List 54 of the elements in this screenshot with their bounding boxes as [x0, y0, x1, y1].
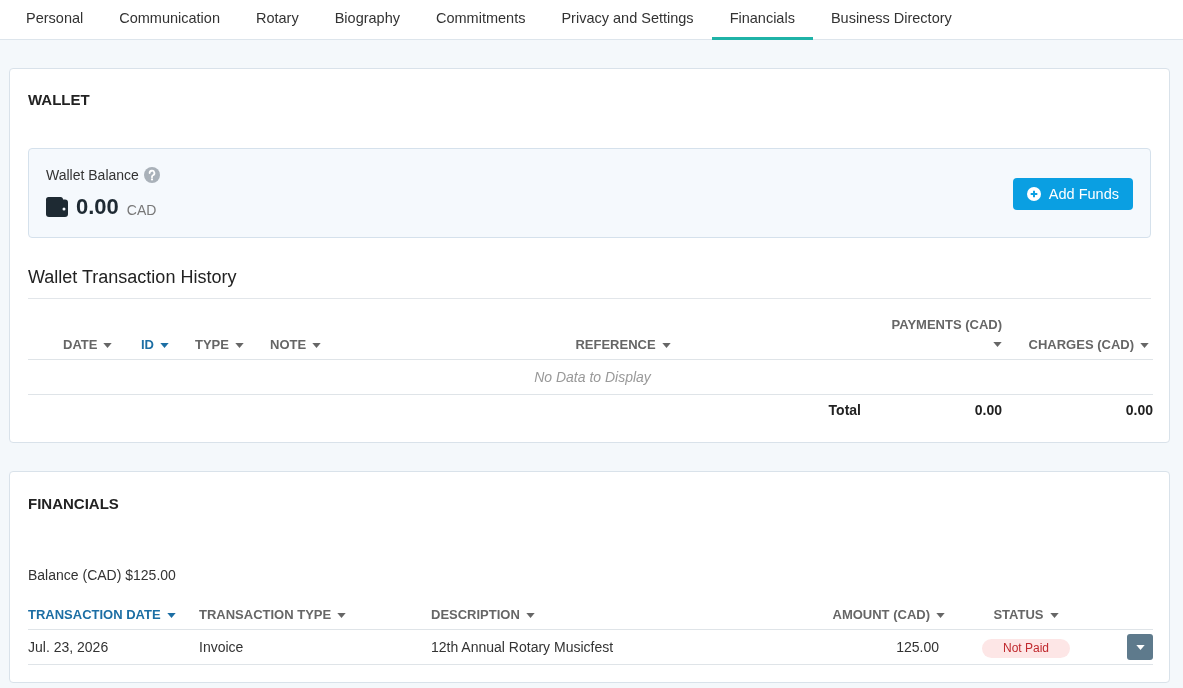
tab[interactable]: Rotary: [238, 0, 317, 40]
currency-label: CAD: [126, 200, 157, 220]
table-cell: Invoice: [199, 639, 244, 655]
column-header[interactable]: TYPE: [195, 335, 244, 355]
column-header[interactable]: DESCRIPTION: [431, 605, 535, 625]
caret-down-icon: [993, 342, 1002, 347]
total-value: 0.00: [1125, 402, 1153, 418]
column-header[interactable]: NOTE: [270, 335, 322, 355]
caret-down-icon: [661, 342, 671, 348]
table-cell: Jul. 23, 2026: [28, 639, 109, 655]
section-subtitle: Wallet Transaction History: [28, 266, 237, 289]
tab[interactable]: Financials: [711, 0, 813, 40]
caret-down-icon: [525, 612, 535, 618]
caret-down-icon: [312, 342, 322, 348]
column-header[interactable]: DATE: [63, 335, 113, 355]
table-cell: 125.00: [896, 639, 939, 655]
section-title: FINANCIALS: [28, 494, 120, 514]
tab[interactable]: Business Directory: [812, 0, 970, 40]
balance-label: Wallet Balance: [46, 166, 139, 185]
column-header[interactable]: STATUS: [993, 605, 1059, 625]
tab[interactable]: Personal: [8, 0, 102, 40]
empty-message: No Data to Display: [534, 369, 651, 385]
tab[interactable]: Communication: [101, 0, 238, 40]
row-actions-button[interactable]: [1127, 634, 1153, 660]
tab[interactable]: Commitments: [418, 0, 544, 40]
column-header[interactable]: ID: [141, 335, 169, 355]
column-header[interactable]: CHARGES (CAD): [1028, 335, 1149, 355]
plus-circle-icon: [1026, 186, 1041, 201]
column-header[interactable]: REFERENCE: [575, 335, 671, 355]
help-icon: [143, 167, 160, 183]
caret-down-icon: [337, 612, 347, 618]
caret-down-icon: [1135, 644, 1145, 650]
wallet-icon: [46, 197, 68, 217]
status-badge: Not Paid: [982, 638, 1070, 658]
add-funds-button[interactable]: Add Funds: [1012, 177, 1133, 210]
caret-down-icon: [936, 612, 945, 618]
table-cell: 12th Annual Rotary Musicfest: [431, 639, 614, 655]
tab[interactable]: Privacy and Settings: [543, 0, 712, 40]
column-header[interactable]: PAYMENTS (CAD): [891, 315, 1002, 355]
caret-down-icon: [234, 342, 244, 348]
total-label: Total: [828, 402, 861, 418]
section-title: WALLET: [28, 90, 91, 110]
total-value: 0.00: [974, 402, 1002, 418]
column-header[interactable]: TRANSACTION TYPE: [199, 605, 347, 625]
tab[interactable]: Biography: [316, 0, 418, 40]
caret-down-icon: [1140, 342, 1149, 348]
column-header[interactable]: TRANSACTION DATE: [28, 605, 176, 625]
balance-amount: 0.00: [76, 193, 119, 221]
caret-down-icon: [103, 342, 113, 348]
balance-summary: Balance (CAD) $125.00: [28, 566, 176, 585]
caret-down-icon: [1049, 612, 1059, 618]
caret-down-icon: [166, 612, 176, 618]
column-header[interactable]: AMOUNT (CAD): [832, 605, 945, 625]
caret-down-icon: [160, 342, 169, 348]
